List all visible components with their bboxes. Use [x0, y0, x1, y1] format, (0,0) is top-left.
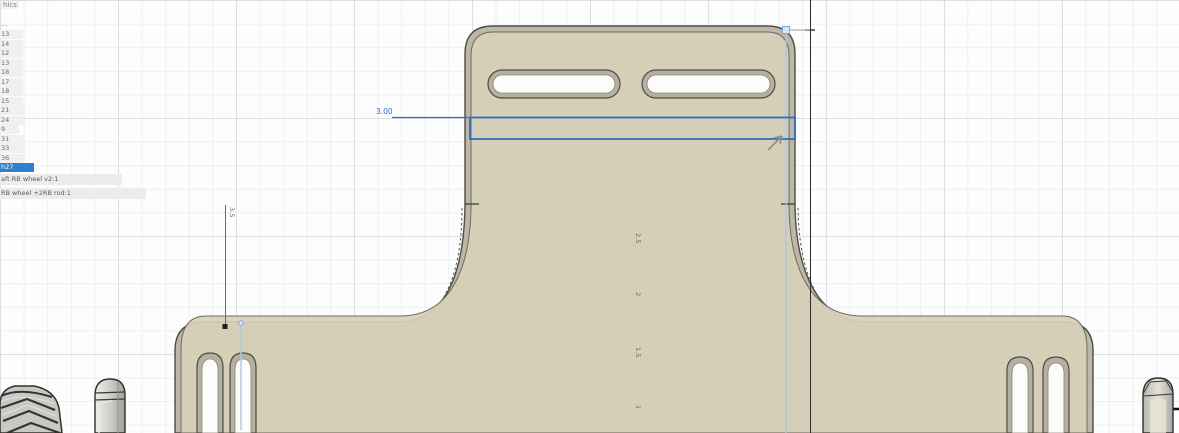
tree-item[interactable]: 13: [0, 30, 23, 39]
sketch-point[interactable]: [239, 321, 244, 326]
tree-item[interactable]: 14: [0, 40, 23, 49]
tree-item[interactable]: 15: [0, 97, 23, 106]
tree-item[interactable]: 18: [0, 68, 23, 77]
tree-item[interactable]: 9: [0, 125, 19, 134]
wheel-edge[interactable]: [95, 379, 125, 433]
browser-header: hics: [1, 1, 19, 9]
bottom-slot-left-2[interactable]: [230, 353, 256, 433]
tree-item[interactable]: 21: [0, 106, 25, 115]
tree-item[interactable]: 36: [0, 154, 25, 163]
tree-item[interactable]: 31: [0, 135, 25, 144]
sketch-canvas[interactable]: 3.00 3.5 2.5 2 1.5 1: [0, 0, 1179, 433]
bottom-slot-right-2[interactable]: [1043, 357, 1069, 433]
bottom-slot-right-1[interactable]: [1007, 357, 1033, 433]
tree-item-selected[interactable]: h27: [0, 163, 34, 172]
tree-item[interactable]: ...: [0, 20, 24, 29]
center-dimension-label: 2.5: [634, 233, 642, 243]
tree-item[interactable]: 12: [0, 49, 23, 58]
tree-item[interactable]: 13: [0, 59, 23, 68]
part-face[interactable]: [181, 32, 1087, 433]
center-dimension-label: 2: [634, 292, 642, 296]
top-slot-left[interactable]: [488, 70, 620, 98]
sketch-point-handle[interactable]: [783, 27, 790, 34]
tree-item[interactable]: 18: [0, 87, 23, 96]
wheel-edge-right[interactable]: [1143, 378, 1173, 433]
tree-item[interactable]: 33: [0, 144, 25, 153]
width-dimension-label[interactable]: 3.00: [376, 107, 393, 116]
tree-item-component[interactable]: RB wheel +2RB rod:1: [0, 188, 146, 199]
center-dimension-label: 1: [634, 405, 642, 409]
center-dimension-label: 1.5: [634, 347, 642, 357]
bottom-slot-left-1[interactable]: [197, 353, 223, 433]
dimension-endpoint: [223, 324, 228, 329]
height-dimension-label[interactable]: 3.5: [228, 207, 236, 217]
tree-item-component[interactable]: aft RB wheel v2:1: [0, 174, 122, 185]
top-slot-right[interactable]: [642, 70, 775, 98]
wheel-tire[interactable]: [0, 386, 62, 433]
t-bracket-part[interactable]: [175, 26, 1093, 433]
cad-viewport: 3.00 3.5 2.5 2 1.5 1: [0, 0, 1179, 433]
tree-item[interactable]: 17: [0, 78, 23, 87]
tree-item[interactable]: 24: [0, 116, 25, 125]
